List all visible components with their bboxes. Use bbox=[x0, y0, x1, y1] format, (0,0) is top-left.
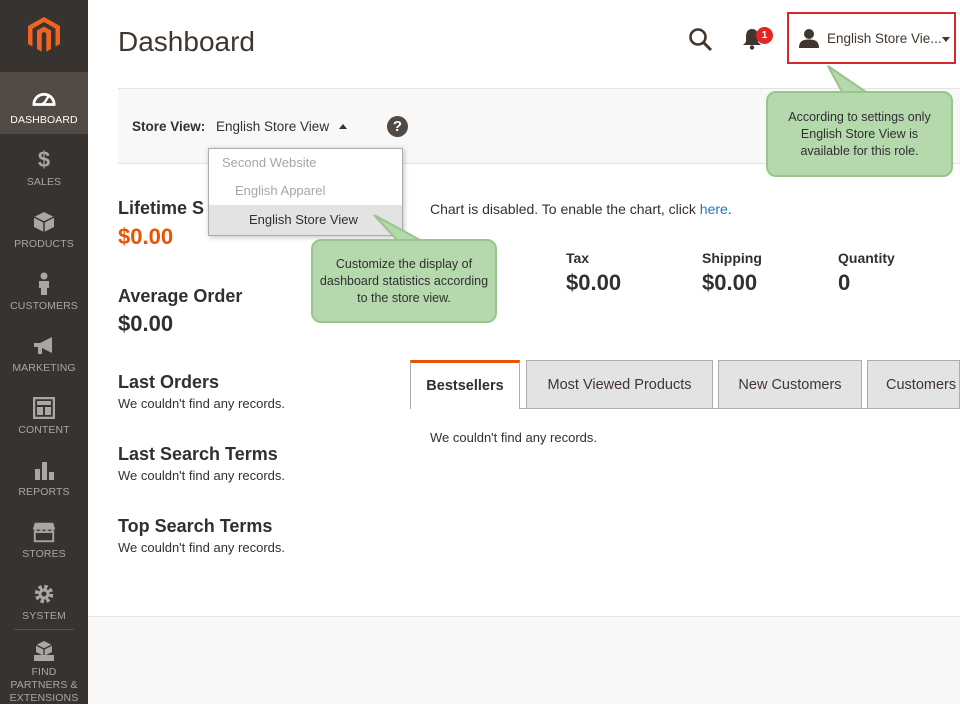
person-icon bbox=[32, 272, 56, 296]
nav-label: PRODUCTS bbox=[14, 238, 74, 250]
account-name: English Store Vie... bbox=[827, 30, 942, 46]
tooltip-pointer bbox=[827, 65, 870, 93]
search-icon bbox=[689, 28, 713, 52]
storefront-icon bbox=[32, 520, 56, 544]
chevron-up-icon bbox=[339, 124, 348, 129]
nav-label: STORES bbox=[22, 548, 66, 560]
tab-new-customers[interactable]: New Customers bbox=[718, 360, 862, 409]
enable-chart-link[interactable]: here bbox=[700, 201, 728, 217]
layout-icon bbox=[32, 396, 56, 420]
tax-value: $0.00 bbox=[566, 270, 622, 295]
account-tooltip: According to settings only English Store… bbox=[766, 91, 953, 177]
shipping-value: $0.00 bbox=[702, 270, 758, 295]
average-order-label: Average Order bbox=[118, 286, 243, 306]
lifetime-sales-label: Lifetime S bbox=[118, 198, 205, 218]
store-view-switcher[interactable]: English Store View bbox=[216, 119, 348, 134]
nav-label: FIND PARTNERS & EXTENSIONS bbox=[9, 666, 79, 704]
nav-reports[interactable]: REPORTS bbox=[0, 444, 88, 506]
nav-sales[interactable]: $ SALES bbox=[0, 134, 88, 196]
shipping-label: Shipping bbox=[702, 250, 762, 266]
store-view-current: English Store View bbox=[216, 119, 330, 134]
admin-sidebar: DASHBOARD $ SALES PRODUCTS CUSTOMERS MAR… bbox=[0, 0, 88, 704]
store-view-label: Store View: bbox=[132, 119, 206, 134]
boxes-icon bbox=[32, 640, 56, 662]
nav-find-partners[interactable]: FIND PARTNERS & EXTENSIONS bbox=[0, 630, 88, 704]
top-search-terms-empty: We couldn't find any records. bbox=[118, 540, 285, 555]
page-footer bbox=[88, 617, 960, 704]
account-tooltip-text: According to settings only English Store… bbox=[788, 109, 931, 158]
nav-label: SALES bbox=[26, 176, 62, 188]
nav-system[interactable]: SYSTEM bbox=[0, 568, 88, 630]
last-orders-title: Last Orders bbox=[118, 372, 220, 392]
help-icon[interactable]: ? bbox=[387, 116, 408, 137]
chevron-down-icon bbox=[942, 37, 950, 42]
nav-label: CUSTOMERS bbox=[10, 300, 78, 312]
lifetime-sales-value: $0.00 bbox=[118, 224, 174, 249]
cube-icon bbox=[32, 210, 56, 234]
page-title: Dashboard bbox=[118, 26, 255, 57]
nav-label: SYSTEM bbox=[22, 610, 66, 622]
chart-message-end: . bbox=[727, 201, 732, 217]
dollar-icon: $ bbox=[37, 147, 51, 172]
dropdown-option-website: Second Website bbox=[222, 155, 317, 170]
last-orders-empty: We couldn't find any records. bbox=[118, 396, 285, 411]
tax-label: Tax bbox=[566, 250, 590, 266]
nav-dashboard[interactable]: DASHBOARD bbox=[0, 72, 88, 134]
nav-customers[interactable]: CUSTOMERS bbox=[0, 258, 88, 320]
bestsellers-empty: We couldn't find any records. bbox=[430, 430, 597, 445]
nav-label: REPORTS bbox=[18, 486, 70, 498]
magento-logo[interactable] bbox=[0, 0, 88, 70]
chart-disabled-message: Chart is disabled. To enable the chart, … bbox=[430, 201, 732, 217]
quantity-value: 0 bbox=[838, 270, 851, 295]
last-search-terms-title: Last Search Terms bbox=[118, 444, 278, 464]
average-order-value: $0.00 bbox=[118, 311, 174, 336]
user-icon bbox=[799, 29, 819, 48]
gear-icon bbox=[32, 582, 56, 606]
tab-bestsellers[interactable]: Bestsellers bbox=[410, 360, 520, 409]
dashboard-icon bbox=[32, 86, 56, 110]
nav-marketing[interactable]: MARKETING bbox=[0, 320, 88, 382]
nav-label: DASHBOARD bbox=[10, 114, 78, 126]
nav-label: CONTENT bbox=[18, 424, 70, 436]
tab-customers[interactable]: Customers bbox=[867, 360, 960, 409]
nav-content[interactable]: CONTENT bbox=[0, 382, 88, 444]
chart-message-text: Chart is disabled. To enable the chart, … bbox=[430, 201, 700, 217]
global-search-button[interactable] bbox=[688, 27, 714, 53]
tab-most-viewed-products[interactable]: Most Viewed Products bbox=[526, 360, 713, 409]
last-search-terms-empty: We couldn't find any records. bbox=[118, 468, 285, 483]
quantity-label: Quantity bbox=[838, 250, 895, 266]
top-search-terms-title: Top Search Terms bbox=[118, 516, 273, 536]
nav-stores[interactable]: STORES bbox=[0, 506, 88, 568]
admin-account-button[interactable]: English Store Vie... bbox=[787, 12, 956, 64]
megaphone-icon bbox=[32, 334, 56, 358]
notification-count-badge: 1 bbox=[756, 27, 773, 44]
store-view-tooltip: Customize the display of dashboard stati… bbox=[311, 239, 497, 323]
nav-label: MARKETING bbox=[12, 362, 76, 374]
dropdown-option-store: English Apparel bbox=[235, 183, 326, 198]
nav-products[interactable]: PRODUCTS bbox=[0, 196, 88, 258]
store-view-tooltip-text: Customize the display of dashboard stati… bbox=[319, 256, 489, 305]
bar-chart-icon bbox=[32, 458, 56, 482]
